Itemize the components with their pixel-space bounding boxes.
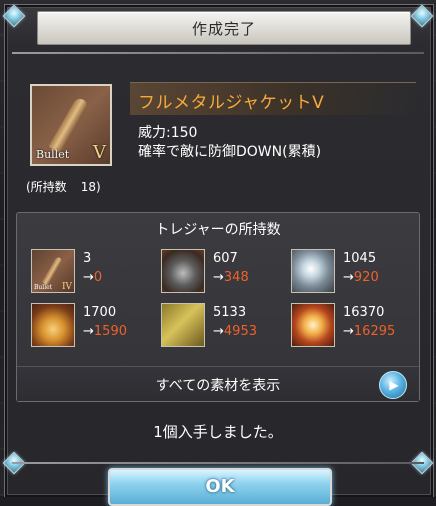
item-category: Bullet: [36, 148, 70, 161]
modal-title: 作成完了: [191, 19, 256, 38]
treasure-after: →1590: [83, 324, 127, 339]
treasure-item: 5133 →4953: [161, 303, 281, 347]
show-all-label: すべての素材を表示: [155, 378, 281, 394]
arrow-icon: →: [343, 270, 354, 285]
result-message: 1個入手しました。: [153, 423, 283, 441]
treasure-after: →16295: [343, 324, 395, 339]
item-bullet-icon: Bullet V: [30, 84, 112, 166]
treasure-after: →4953: [213, 324, 257, 339]
modal-title-bar: 作成完了: [37, 11, 411, 45]
treasure-after: →348: [213, 270, 249, 285]
treasure-item: 1045 →920: [291, 249, 411, 293]
divider: [12, 462, 424, 464]
treasure-header: トレジャーの所持数: [155, 222, 281, 238]
treasure-count: 5133: [213, 305, 247, 320]
treasure-after-value: 0: [93, 270, 103, 285]
treasure-count: 16370: [343, 305, 385, 320]
treasure-after-value: 348: [223, 270, 249, 285]
orb-icon: [291, 249, 335, 293]
item-name: フルメタルジャケットV: [138, 93, 325, 113]
owned-number: 18): [80, 180, 101, 194]
bullet-category: Bullet: [34, 284, 53, 291]
treasure-after: →920: [343, 270, 379, 285]
item-effect: 確率で敵に防御DOWN(累積): [138, 144, 322, 160]
show-all-materials-button[interactable]: すべての素材を表示 ▶: [17, 366, 419, 401]
treasure-count: 1700: [83, 305, 117, 320]
owned-label: (所持数: [26, 180, 67, 194]
treasure-after-value: 4953: [223, 324, 257, 339]
treasure-after-value: 16295: [353, 324, 396, 339]
divider: [12, 52, 424, 54]
core-icon: [291, 303, 335, 347]
item-rank: V: [93, 142, 106, 163]
treasure-after-value: 920: [353, 270, 379, 285]
arrow-icon: →: [83, 324, 94, 339]
arrow-icon: →: [343, 324, 354, 339]
arrow-icon: →: [213, 324, 224, 339]
owned-count: (所持数 18): [26, 178, 101, 195]
arrow-icon: →: [83, 270, 94, 285]
bullet-rank: IV: [61, 282, 72, 292]
gear-icon: [161, 249, 205, 293]
treasure-item: Bullet IV 3 →0: [31, 249, 151, 293]
treasure-item: 16370 →16295: [291, 303, 411, 347]
treasure-after-value: 1590: [93, 324, 127, 339]
ok-label: OK: [205, 476, 235, 497]
item-info-panel: Bullet V (所持数 18) フルメタルジャケットV 威力:150 確率で敵…: [18, 78, 418, 195]
bullet-icon: [48, 96, 90, 154]
treasure-item: 607 →348: [161, 249, 281, 293]
item-name-bar: フルメタルジャケットV: [130, 82, 416, 115]
box-icon: [31, 303, 75, 347]
treasure-panel: トレジャーの所持数 Bullet IV 3 →0 607 →348 1045 →…: [16, 212, 420, 402]
play-arrow-icon[interactable]: ▶: [379, 371, 407, 399]
tablet-icon: [161, 303, 205, 347]
arrow-icon: →: [213, 270, 224, 285]
bullet-icon: Bullet IV: [31, 249, 75, 293]
ok-button[interactable]: OK: [108, 468, 332, 506]
treasure-count: 607: [213, 251, 238, 266]
treasure-after: →0: [83, 270, 102, 285]
item-power: 威力:150: [138, 125, 198, 141]
treasure-count: 3: [83, 251, 92, 266]
treasure-count: 1045: [343, 251, 377, 266]
treasure-item: 1700 →1590: [31, 303, 151, 347]
